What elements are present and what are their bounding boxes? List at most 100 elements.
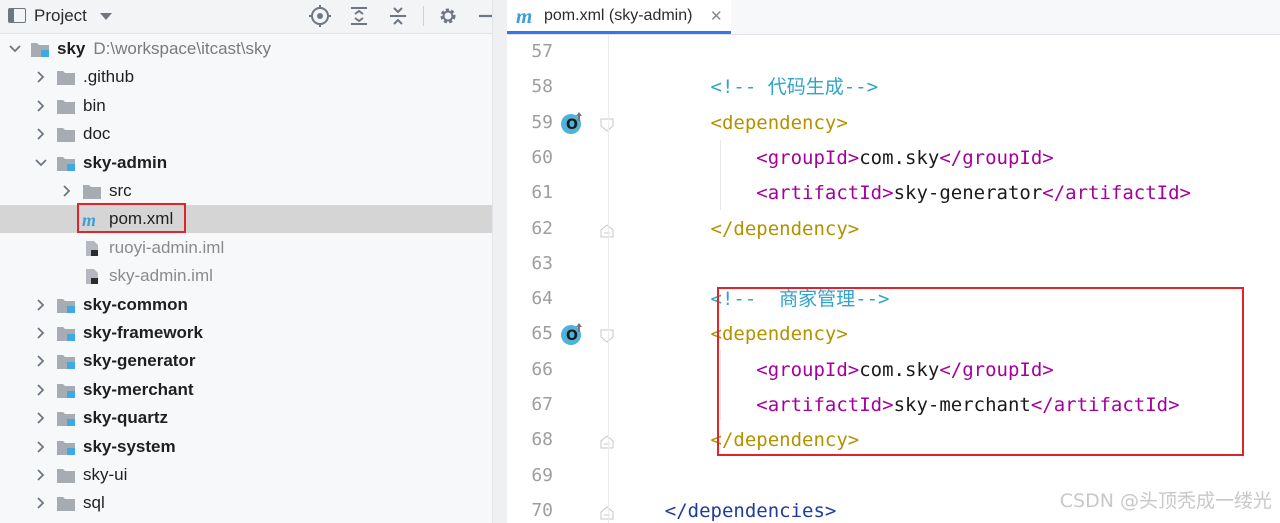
- tree-item-text: ruoyi-admin.iml: [109, 237, 225, 257]
- chevron-down-icon[interactable]: [100, 13, 112, 20]
- expand-all-icon[interactable]: [347, 4, 371, 28]
- code-token: </artifactId>: [1042, 182, 1191, 205]
- module-folder-icon: [30, 41, 50, 58]
- chevron-right-icon[interactable]: [34, 120, 48, 148]
- tree-item-text: .github: [83, 67, 135, 87]
- code-line[interactable]: <!-- 代码生成-->: [619, 70, 879, 105]
- module-folder-icon: [56, 410, 76, 427]
- tree-item-pom-xml[interactable]: m pom.xml: [0, 203, 492, 234]
- project-panel-title[interactable]: Project: [34, 6, 87, 26]
- tree-item-bin[interactable]: bin: [0, 92, 492, 120]
- overrides-icon[interactable]: O: [559, 110, 585, 136]
- tab-pom-xml[interactable]: m pom.xml (sky-admin) ✕: [507, 0, 731, 34]
- line-number: 67: [531, 394, 553, 415]
- iml-file-icon: [82, 268, 102, 285]
- tree-item-label: sky-generator: [83, 347, 195, 375]
- code-line[interactable]: <dependency>: [619, 106, 848, 141]
- tree-item-label: sky-merchant: [83, 376, 194, 404]
- project-panel: Project sky D:\workspace\itcast\sky .githu…: [0, 0, 492, 523]
- tree-item-label: sky-admin.iml: [109, 262, 213, 290]
- project-panel-scrollbar[interactable]: [492, 0, 508, 523]
- folder-icon: [56, 495, 76, 512]
- tree-item-src[interactable]: src: [0, 177, 492, 205]
- chevron-right-icon[interactable]: [34, 63, 48, 91]
- code-line[interactable]: <artifactId>sky-generator</artifactId>: [619, 176, 1191, 211]
- chevron-right-icon[interactable]: [34, 404, 48, 432]
- code-line[interactable]: </dependencies>: [619, 494, 837, 523]
- chevron-right-icon[interactable]: [34, 291, 48, 319]
- tree-item-text: sky-common: [83, 294, 188, 314]
- highlight-box: [717, 287, 1244, 456]
- tree-item-sky-admin-iml[interactable]: sky-admin.iml: [0, 262, 492, 290]
- highlight-box: [77, 203, 186, 234]
- close-icon[interactable]: ✕: [710, 7, 723, 25]
- line-number: 59: [531, 111, 553, 133]
- tree-item-sky-generator[interactable]: sky-generator: [0, 347, 492, 375]
- folder-icon: [82, 183, 102, 200]
- editor-tab-bar: m pom.xml (sky-admin) ✕: [507, 0, 1280, 35]
- chevron-right-icon[interactable]: [60, 177, 74, 205]
- tree-item-sky-admin[interactable]: sky-admin: [0, 149, 492, 177]
- line-number: 58: [531, 76, 553, 98]
- chevron-down-icon[interactable]: [8, 35, 22, 63]
- tree-item-text: sky-ui: [83, 465, 128, 484]
- code-line[interactable]: <groupId>com.sky</groupId>: [619, 141, 1054, 176]
- chevron-right-icon[interactable]: [34, 376, 48, 404]
- tree-item-label: src: [109, 177, 132, 205]
- tree-item-ruoyi-admin-iml[interactable]: ruoyi-admin.iml: [0, 234, 492, 262]
- tree-item-sky-merchant[interactable]: sky-merchant: [0, 376, 492, 404]
- tree-item-sky-common[interactable]: sky-common: [0, 291, 492, 319]
- tab-label: pom.xml (sky-admin): [544, 7, 693, 24]
- svg-text:O: O: [566, 117, 578, 133]
- chevron-right-icon[interactable]: [34, 319, 48, 347]
- toolbar-divider: [423, 6, 424, 26]
- svg-text:O: O: [566, 328, 578, 344]
- code-token: </dependency>: [710, 217, 860, 240]
- tree-item-text: sky-merchant: [83, 379, 194, 399]
- code-token: com.sky: [859, 146, 940, 169]
- chevron-right-icon[interactable]: [34, 489, 48, 517]
- tree-item-doc[interactable]: doc: [0, 120, 492, 148]
- tree-item-text: sky-quartz: [83, 408, 169, 428]
- tree-item-sql[interactable]: sql: [0, 489, 492, 517]
- tree-item-text: sky-generator: [83, 351, 196, 371]
- tree-item-sky-framework[interactable]: sky-framework: [0, 319, 492, 347]
- line-number: 66: [531, 358, 553, 380]
- tree-item-text: doc: [83, 124, 111, 144]
- collapse-all-icon[interactable]: [386, 4, 410, 28]
- project-toolbar: Project: [0, 0, 492, 34]
- tree-item-text: sky-system: [83, 436, 176, 456]
- tree-item-sky-quartz[interactable]: sky-quartz: [0, 404, 492, 432]
- tree-item-sky[interactable]: sky D:\workspace\itcast\sky: [0, 35, 492, 63]
- chevron-right-icon[interactable]: [34, 92, 48, 120]
- tree-item-label: sky-ui: [83, 461, 127, 489]
- tree-item-sky-system[interactable]: sky-system: [0, 433, 492, 461]
- gear-icon[interactable]: [436, 4, 460, 28]
- chevron-right-icon[interactable]: [34, 461, 48, 489]
- chevron-right-icon[interactable]: [34, 433, 48, 461]
- chevron-down-icon[interactable]: [34, 149, 48, 177]
- tree-item-label: doc: [83, 120, 110, 148]
- code-token: </groupId>: [939, 146, 1054, 169]
- overrides-icon[interactable]: O: [559, 321, 585, 347]
- tree-item-label: sky-quartz: [83, 404, 168, 432]
- tree-item-github[interactable]: .github: [0, 63, 492, 91]
- locate-icon[interactable]: [308, 4, 332, 28]
- folder-icon: [56, 126, 76, 143]
- chevron-right-icon[interactable]: [34, 347, 48, 375]
- tree-item-text: src: [109, 181, 132, 200]
- minimize-icon[interactable]: [475, 4, 492, 28]
- tree-item-text: sql: [83, 493, 105, 513]
- line-number: 61: [531, 182, 553, 204]
- module-folder-icon: [56, 382, 76, 399]
- tree-item-sky-ui[interactable]: sky-ui: [0, 461, 492, 489]
- code-line[interactable]: </dependency>: [619, 212, 860, 247]
- tree-item-label: .github: [83, 63, 134, 91]
